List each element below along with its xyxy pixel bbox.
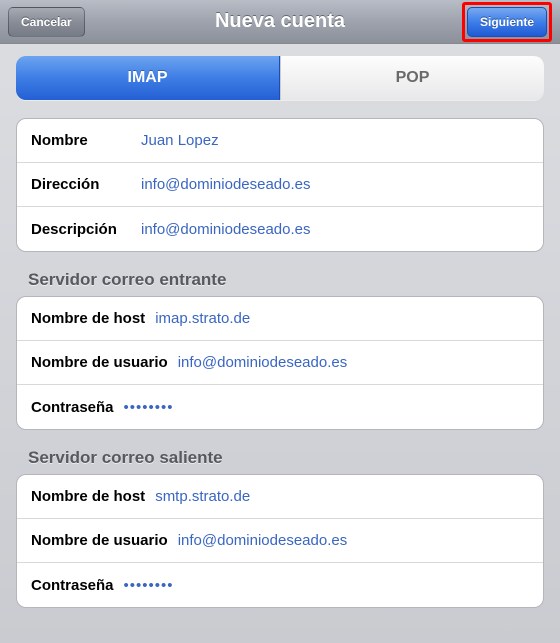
incoming-pass-label: Contraseña [31,399,114,416]
address-value[interactable]: info@dominiodeseado.es [141,176,529,193]
name-row[interactable]: Nombre Juan Lopez [17,119,543,163]
incoming-user-row[interactable]: Nombre de usuario info@dominiodeseado.es [17,341,543,385]
outgoing-pass-value[interactable]: •••••••• [124,577,174,594]
incoming-host-row[interactable]: Nombre de host imap.strato.de [17,297,543,341]
header-bar: Cancelar Nueva cuenta Siguiente [0,0,560,44]
name-label: Nombre [31,132,131,149]
outgoing-user-value[interactable]: info@dominiodeseado.es [178,532,529,549]
address-label: Dirección [31,176,131,193]
incoming-server-group: Nombre de host imap.strato.de Nombre de … [16,296,544,430]
page-title: Nueva cuenta [215,10,345,33]
incoming-host-value[interactable]: imap.strato.de [155,310,529,327]
incoming-user-label: Nombre de usuario [31,354,168,371]
outgoing-host-label: Nombre de host [31,488,145,505]
content-area: IMAP POP Nombre Juan Lopez Dirección inf… [0,44,560,638]
next-button-highlight: Siguiente [462,2,552,42]
description-value[interactable]: info@dominiodeseado.es [141,221,529,238]
outgoing-user-label: Nombre de usuario [31,532,168,549]
incoming-host-label: Nombre de host [31,310,145,327]
outgoing-server-group: Nombre de host smtp.strato.de Nombre de … [16,474,544,608]
incoming-pass-row[interactable]: Contraseña •••••••• [17,385,543,429]
tab-pop[interactable]: POP [280,56,544,100]
tab-imap[interactable]: IMAP [16,56,280,100]
outgoing-host-value[interactable]: smtp.strato.de [155,488,529,505]
outgoing-header: Servidor correo saliente [28,448,544,468]
outgoing-pass-label: Contraseña [31,577,114,594]
outgoing-pass-row[interactable]: Contraseña •••••••• [17,563,543,607]
protocol-segment-control: IMAP POP [16,56,544,100]
outgoing-user-row[interactable]: Nombre de usuario info@dominiodeseado.es [17,519,543,563]
outgoing-host-row[interactable]: Nombre de host smtp.strato.de [17,475,543,519]
incoming-header: Servidor correo entrante [28,270,544,290]
account-info-group: Nombre Juan Lopez Dirección info@dominio… [16,118,544,252]
incoming-user-value[interactable]: info@dominiodeseado.es [178,354,529,371]
description-row[interactable]: Descripción info@dominiodeseado.es [17,207,543,251]
next-button[interactable]: Siguiente [467,7,547,37]
cancel-button[interactable]: Cancelar [8,7,85,37]
address-row[interactable]: Dirección info@dominiodeseado.es [17,163,543,207]
incoming-pass-value[interactable]: •••••••• [124,399,174,416]
name-value[interactable]: Juan Lopez [141,132,529,149]
description-label: Descripción [31,221,131,238]
